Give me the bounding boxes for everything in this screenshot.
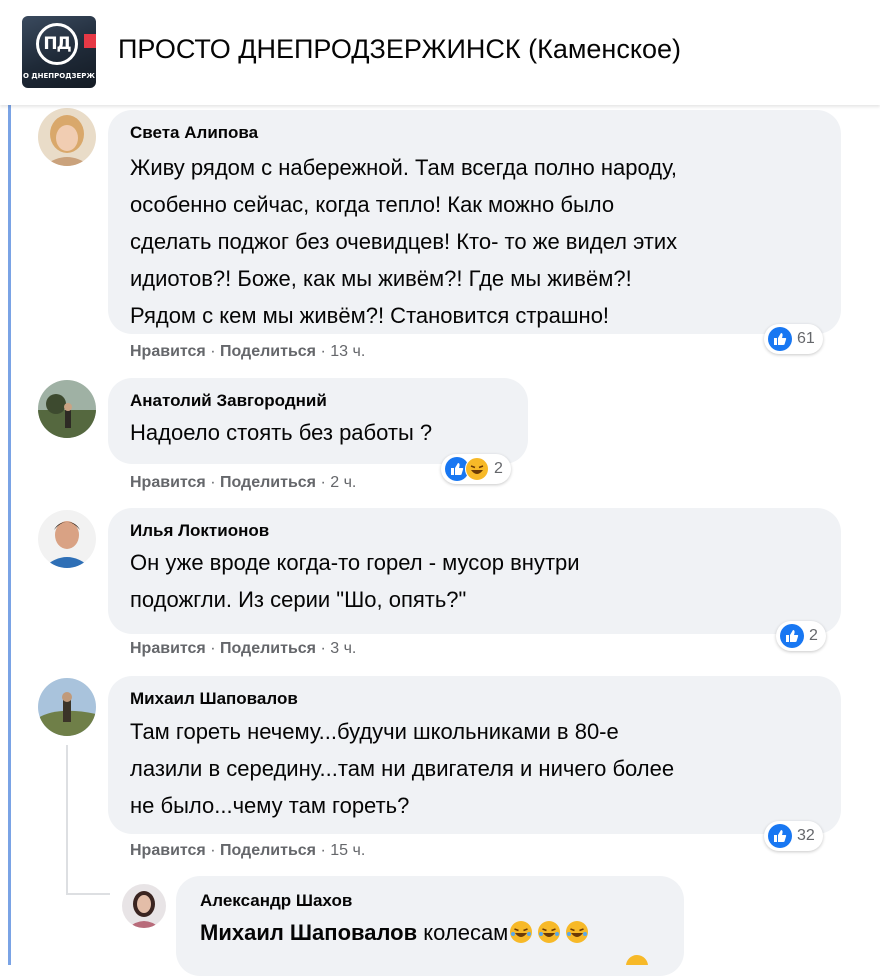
reply-text: Михаил Шаповалов колесам (200, 914, 660, 951)
like-icon (768, 824, 792, 848)
comment-time[interactable]: 2 ч. (330, 474, 356, 491)
like-button[interactable]: Нравится (130, 474, 206, 491)
comment-actions: Нравится · Поделиться · 2 ч. (130, 474, 357, 491)
like-icon (768, 327, 792, 351)
avatar[interactable] (38, 108, 96, 166)
reaction-count: 32 (797, 827, 815, 844)
reply-thread-line (66, 745, 68, 895)
haha-icon (465, 457, 489, 481)
comment-author[interactable]: Михаил Шаповалов (130, 688, 819, 710)
comment-text: Надоело стоять без работы ? (130, 420, 433, 445)
comment-time[interactable]: 15 ч. (330, 842, 365, 859)
reply-thread-branch (66, 893, 110, 895)
comment-actions: Нравится · Поделиться · 15 ч. (130, 842, 366, 859)
page-title[interactable]: ПРОСТО ДНЕПРОДЗЕРЖИНСК (Каменское) (118, 34, 681, 65)
comment-time[interactable]: 3 ч. (330, 640, 356, 657)
reply-reactions-counter[interactable] (624, 955, 654, 965)
share-button[interactable]: Поделиться (220, 640, 316, 657)
comment-time[interactable]: 13 ч. (330, 343, 365, 360)
laughing-emoji-icon (538, 921, 561, 943)
like-button[interactable]: Нравится (130, 842, 206, 859)
avatar[interactable] (38, 380, 96, 438)
like-button[interactable]: Нравится (130, 640, 206, 657)
logo-accent (84, 34, 96, 48)
laughing-emoji-icon (566, 921, 589, 943)
comment-actions: Нравится · Поделиться · 3 ч. (130, 640, 357, 657)
reply-author[interactable]: Александр Шахов (200, 890, 660, 912)
reaction-count: 2 (494, 460, 503, 477)
comment-bubble: Анатолий Завгородний Надоело стоять без … (108, 378, 528, 464)
comment-author[interactable]: Илья Локтионов (130, 520, 819, 542)
comment-author[interactable]: Света Алипова (130, 122, 819, 144)
comment-actions: Нравится · Поделиться · 13 ч. (130, 343, 366, 360)
avatar[interactable] (38, 678, 96, 736)
comment-text: Он уже вроде когда-то горел - мусор внут… (130, 550, 580, 612)
page-logo[interactable]: ПД О ДНЕПРОДЗЕРЖ (22, 16, 96, 88)
share-button[interactable]: Поделиться (220, 842, 316, 859)
reactions-counter[interactable]: 2 (776, 621, 826, 651)
reactions-counter[interactable]: 32 (764, 821, 823, 851)
share-button[interactable]: Поделиться (220, 343, 316, 360)
reactions-counter[interactable]: 61 (764, 324, 823, 354)
reply-bubble: Александр Шахов Михаил Шаповалов колесам (176, 876, 684, 976)
reaction-count: 61 (797, 330, 815, 347)
comment-author[interactable]: Анатолий Завгородний (130, 390, 506, 412)
reaction-count: 2 (809, 627, 818, 644)
comment-bubble: Михаил Шаповалов Там гореть нечему...буд… (108, 676, 841, 834)
comment-bubble: Света Алипова Живу рядом с набережной. Т… (108, 110, 841, 334)
mention-link[interactable]: Михаил Шаповалов (200, 920, 417, 945)
logo-initials: ПД (36, 23, 78, 65)
like-icon (780, 624, 804, 648)
comment-text: Живу рядом с набережной. Там всегда полн… (130, 155, 678, 328)
reactions-counter[interactable]: 2 (441, 454, 511, 484)
share-button[interactable]: Поделиться (220, 474, 316, 491)
laughing-emoji-icon (626, 955, 648, 965)
page-header: ПД О ДНЕПРОДЗЕРЖ ПРОСТО ДНЕПРОДЗЕРЖИНСК … (0, 0, 880, 105)
like-button[interactable]: Нравится (130, 343, 206, 360)
comment-bubble: Илья Локтионов Он уже вроде когда-то гор… (108, 508, 841, 634)
logo-text: О ДНЕПРОДЗЕРЖ (23, 72, 95, 80)
laughing-emoji-icon (510, 921, 533, 943)
thread-indicator (8, 105, 11, 965)
comment-text: Там гореть нечему...будучи школьниками в… (130, 719, 675, 818)
avatar[interactable] (38, 510, 96, 568)
avatar[interactable] (122, 884, 166, 928)
